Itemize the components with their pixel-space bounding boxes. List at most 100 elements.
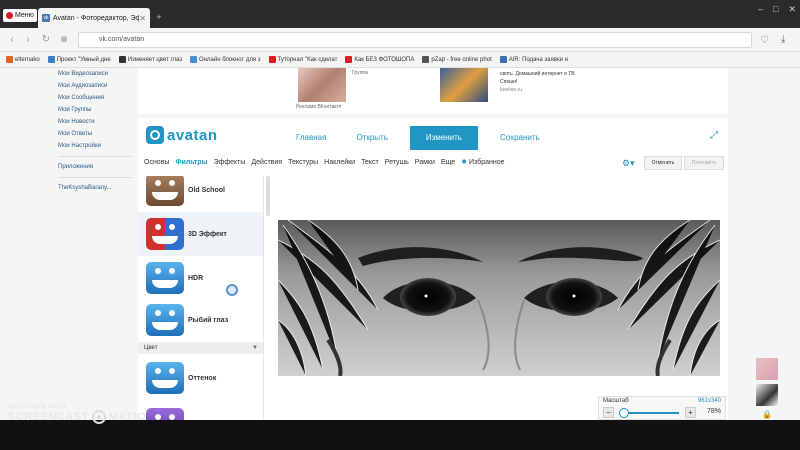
logo-text: avatan: [167, 126, 218, 144]
purple-thumb-icon: [146, 408, 184, 420]
nav-home[interactable]: Главная: [288, 126, 334, 150]
zoom-percent: 78%: [706, 408, 721, 415]
bookmark-item[interactable]: pZap - free online phot: [422, 56, 492, 63]
tool-tab[interactable]: Текстуры: [288, 159, 318, 166]
tab-close-icon[interactable]: ✕: [139, 14, 146, 23]
filter-tint[interactable]: Оттенок: [138, 356, 263, 400]
old-school-thumb-icon: [146, 176, 184, 206]
nav-open[interactable]: Открыть: [348, 126, 395, 150]
settings-gear-icon[interactable]: ⚙▾: [622, 158, 635, 169]
section-color-header[interactable]: Цвет ▼: [138, 342, 263, 354]
bookmark-item[interactable]: AIR: Подача заявки н: [499, 56, 568, 63]
hdr-thumb-icon: [146, 262, 184, 294]
bookmark-heart-icon[interactable]: ♡: [760, 35, 769, 46]
filter-hdr[interactable]: HDR: [138, 256, 263, 300]
nav-save[interactable]: Сохранить: [492, 126, 548, 150]
tool-tab[interactable]: Основы: [144, 159, 169, 166]
page: Мои Видеозаписи Мои Аудиозаписи Мои Сообще…: [0, 68, 800, 420]
fisheye-thumb-icon: [146, 304, 184, 336]
ad-strip: Реклама ВКонтакте Группа свять. Домашний…: [138, 68, 728, 114]
vk-menu-item[interactable]: Мои Новости: [58, 116, 132, 128]
vk-menu-item[interactable]: Мои Группы: [58, 104, 132, 116]
nav-edit[interactable]: Изменить: [409, 126, 478, 150]
ad-source-2[interactable]: beeline.ru: [500, 86, 590, 94]
ad-image-2[interactable]: [440, 68, 488, 102]
maximize-icon[interactable]: □: [773, 4, 778, 15]
forward-icon[interactable]: ›: [22, 34, 34, 46]
vk-menu-item[interactable]: Мои Сообщения: [58, 92, 132, 104]
url-input[interactable]: vk.com/avatan: [78, 32, 752, 48]
zoom-slider-handle[interactable]: [619, 408, 629, 418]
filter-3d-effect[interactable]: 3D Эффект: [138, 212, 263, 256]
bookmark-favicon-icon: [268, 56, 276, 63]
reload-icon[interactable]: ↻: [40, 34, 52, 46]
tool-tab[interactable]: Эффекты: [214, 159, 246, 166]
tool-tab[interactable]: Фильтры: [175, 159, 207, 166]
favorites-tab[interactable]: ✹ Избранное: [461, 158, 504, 166]
sidebar-scrollbar[interactable]: [266, 176, 270, 216]
bookmark-label: elternako: [15, 56, 40, 63]
tool-tab[interactable]: Ретушь: [385, 159, 409, 166]
bookmark-favicon-icon: [345, 56, 353, 63]
vk-menu-profile[interactable]: TheKsyshaBarany...: [58, 182, 132, 194]
zoom-in-button[interactable]: +: [685, 407, 696, 418]
screencast-o-icon: [91, 410, 106, 424]
bookmark-item[interactable]: Онлайн блокнот для з: [190, 56, 261, 63]
filter-label: 3D Эффект: [188, 230, 227, 238]
vk-menu-item[interactable]: Мои Настройки: [58, 140, 132, 152]
tool-tab[interactable]: Наклейки: [324, 159, 355, 166]
lock-icon[interactable]: 🔒: [756, 410, 778, 419]
avatan-logo: avatan: [146, 126, 218, 144]
bookmark-label: Как БЕЗ ФОТОШОПА: [354, 56, 415, 63]
close-window-icon[interactable]: ✕: [788, 4, 796, 15]
speed-dial-icon[interactable]: ▦: [58, 34, 70, 46]
zoom-out-button[interactable]: −: [603, 407, 614, 418]
minimize-icon[interactable]: –: [758, 4, 763, 15]
new-tab-icon[interactable]: +: [154, 12, 164, 22]
ad-caption-1: Реклама ВКонтакте: [296, 104, 342, 110]
redo-button[interactable]: Повторить: [684, 156, 724, 170]
filter-next[interactable]: [138, 402, 263, 420]
vk-favicon-icon: vk: [42, 14, 50, 22]
browser-tabbar: Меню vk Avatan - Фоторедактор, Эф ✕ + – …: [0, 0, 800, 28]
collapse-caret-icon[interactable]: ▼: [252, 342, 258, 354]
tool-tab[interactable]: Рамки: [415, 159, 435, 166]
bookmark-label: Проект "Умный дне: [56, 56, 111, 63]
vk-menu-item[interactable]: Мои Аудиозаписи: [58, 80, 132, 92]
bookmark-favicon-icon: [118, 56, 126, 63]
filter-fisheye[interactable]: Рыбий глаз: [138, 298, 263, 342]
bookmark-item[interactable]: Туторнал "Как сделат: [268, 56, 337, 63]
download-icon[interactable]: ⤓: [781, 34, 785, 45]
watermark-brand-right: MATIC: [108, 411, 146, 423]
bookmark-label: AIR: Подача заявки н: [508, 56, 568, 63]
friend-avatar[interactable]: [756, 384, 778, 406]
friend-avatar[interactable]: [756, 358, 778, 380]
tool-tab[interactable]: Действия: [251, 159, 282, 166]
active-tab[interactable]: vk Avatan - Фоторедактор, Эф ✕: [38, 8, 150, 28]
vk-menu-item[interactable]: Мои Ответы: [58, 128, 132, 140]
tool-tab[interactable]: Текст: [361, 159, 379, 166]
bookmark-label: Изменяет цвет глаз: [127, 56, 183, 63]
edited-photo[interactable]: [278, 220, 720, 376]
bookmark-item[interactable]: Изменяет цвет глаз: [118, 56, 183, 63]
tool-tabs: Основы Фильтры Эффекты Действия Текстуры Накл…: [144, 158, 505, 167]
bookmark-item[interactable]: Проект "Умный дне: [47, 56, 111, 63]
filter-old-school[interactable]: Old School: [138, 176, 263, 212]
cancel-button[interactable]: Отменить: [644, 156, 682, 170]
zoom-label: Масштаб: [603, 398, 629, 404]
tint-thumb-icon: [146, 362, 184, 394]
vk-menu-apps[interactable]: Приложения: [58, 161, 132, 173]
filter-label: Old School: [188, 186, 225, 194]
tool-tab[interactable]: Еще: [441, 159, 455, 166]
ad-image-1[interactable]: [298, 68, 346, 102]
bookmark-item[interactable]: Как БЕЗ ФОТОШОПА: [345, 56, 414, 63]
filter-label: HDR: [188, 274, 204, 282]
watermark-brand: SCREENCAST MATIC: [8, 410, 145, 424]
opera-menu-button[interactable]: Меню: [3, 9, 37, 22]
fullscreen-expand-icon[interactable]: ⤢: [710, 130, 718, 141]
vk-menu-item[interactable]: Мои Видеозаписи: [58, 68, 132, 80]
bookmark-item[interactable]: elternako: [6, 56, 40, 63]
favorites-label: Избранное: [469, 159, 505, 166]
back-icon[interactable]: ‹: [6, 34, 18, 46]
screencast-watermark: RECORDED WITH SCREENCAST MATIC: [8, 404, 145, 424]
